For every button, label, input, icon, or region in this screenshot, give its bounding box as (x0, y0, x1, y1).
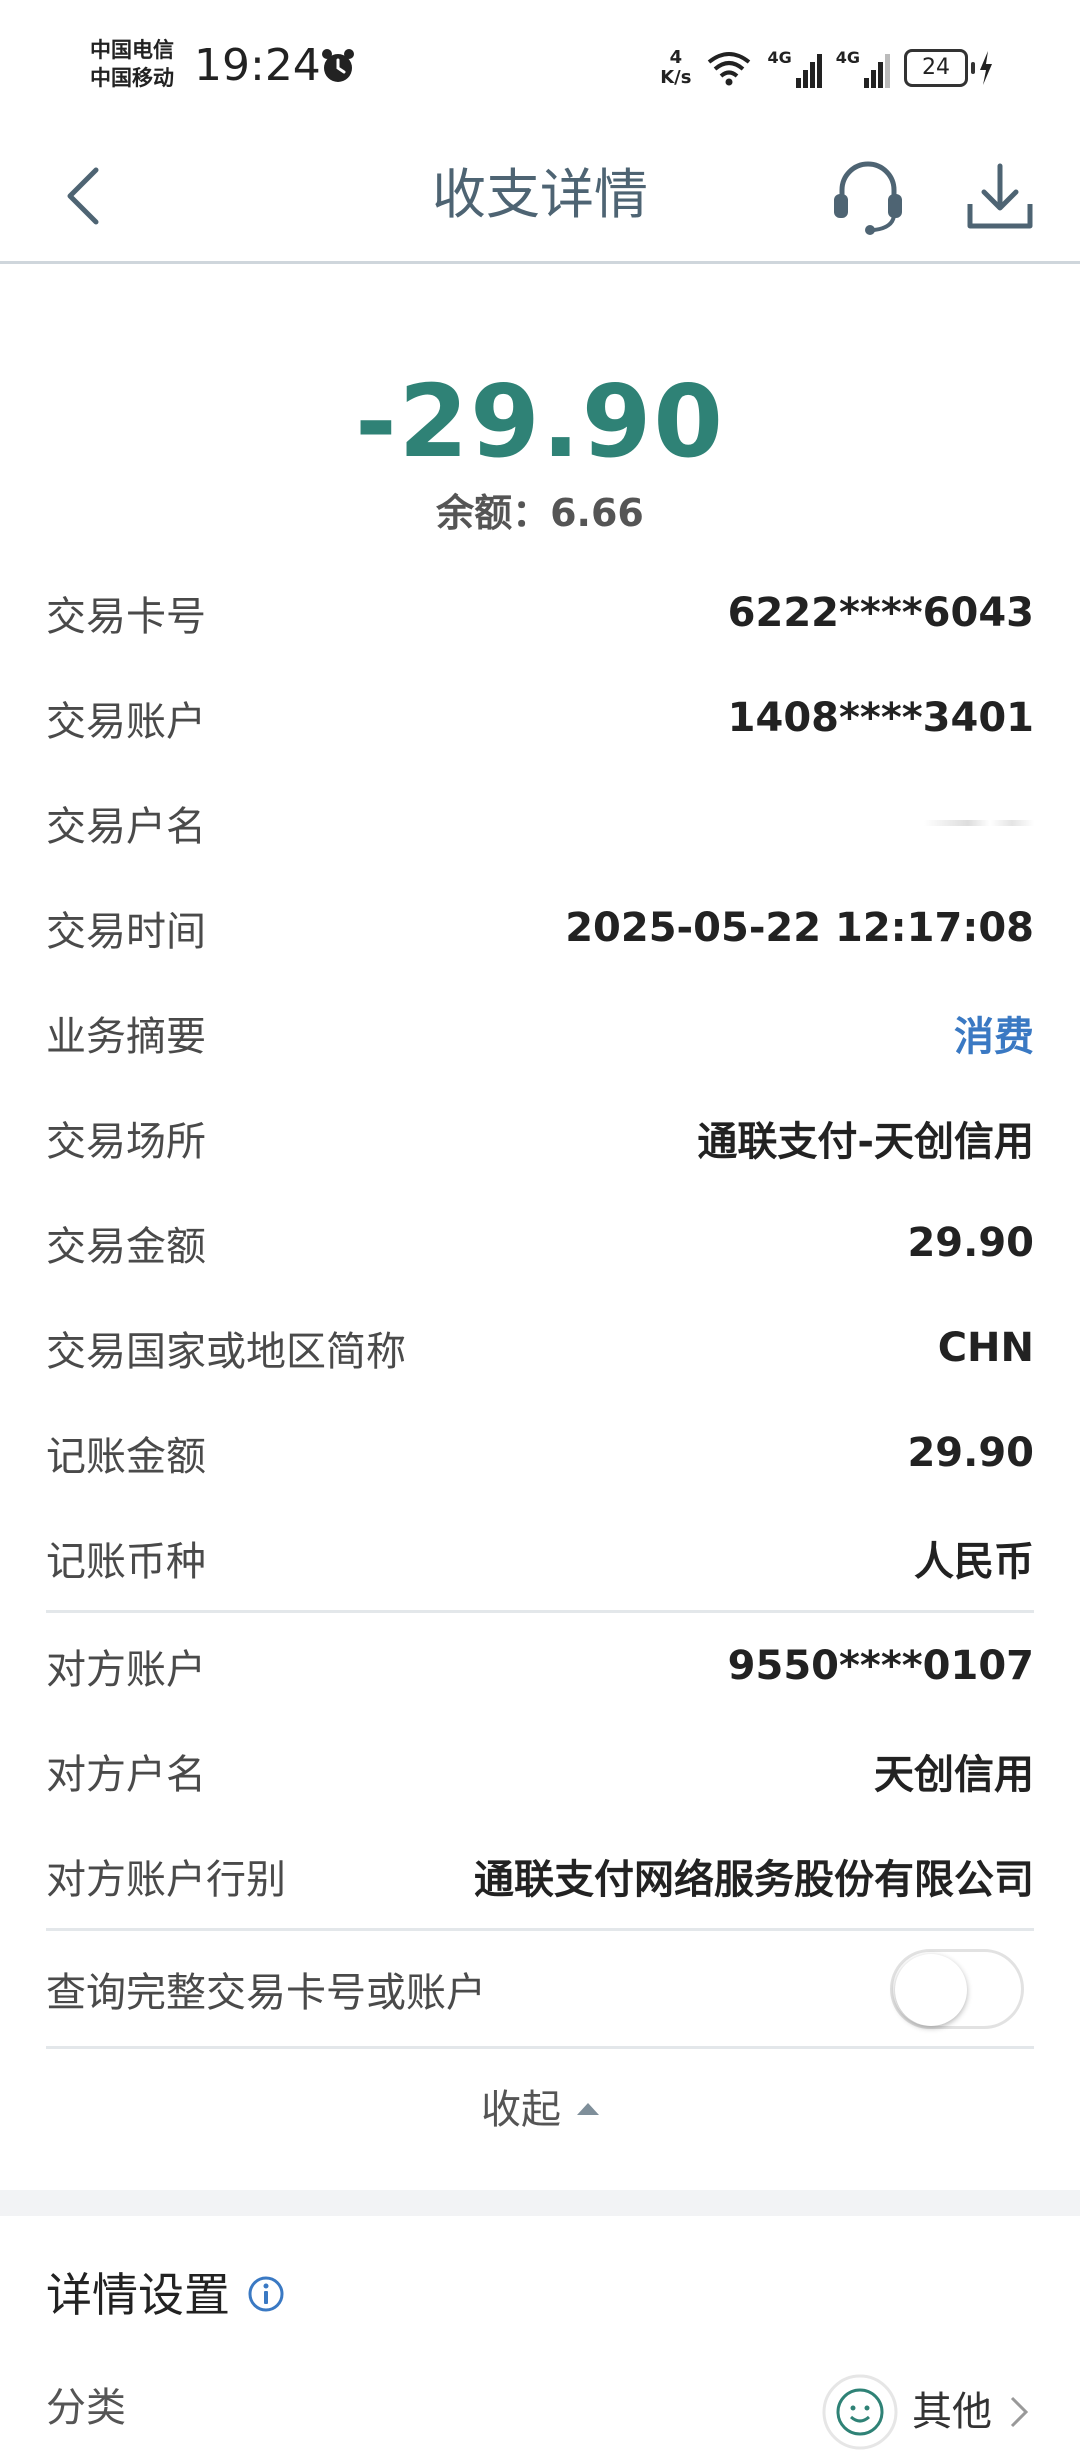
carrier-1: 中国电信 (90, 38, 174, 62)
balance-text: 余额：6.66 (436, 491, 644, 535)
row-value: 6222****6043 (727, 589, 1034, 636)
row-label: 交易金额 (46, 1223, 206, 1270)
row-value: 1408****3401 (727, 694, 1034, 741)
row-country: 交易国家或地区简称 CHN (46, 1295, 1034, 1400)
info-icon[interactable] (246, 2274, 286, 2314)
page-title: 收支详情 (432, 163, 648, 226)
row-account-name: 交易户名 (46, 770, 1034, 875)
row-counterparty-bank: 对方账户行别 通联支付网络服务股份有限公司 (46, 1823, 1034, 1928)
row-posted-amount: 记账金额 29.90 (46, 1400, 1034, 1505)
row-label: 交易卡号 (46, 593, 206, 640)
summary-link[interactable]: 消费 (954, 1004, 1034, 1062)
signal-2-icon: 4G (836, 48, 890, 88)
chevron-right-icon (1010, 2396, 1029, 2428)
status-time: 19:24 (194, 40, 321, 91)
alarm-icon (322, 49, 354, 82)
net-speed-unit: K/s (660, 67, 692, 88)
category-selector[interactable]: 其他 (820, 2372, 1034, 2452)
collapse-label: 收起 (481, 2087, 561, 2133)
row-time: 交易时间 2025-05-22 12:17:08 (46, 875, 1034, 980)
smile-icon (822, 2374, 898, 2450)
row-label: 记账币种 (46, 1538, 206, 1585)
row-counterparty-account: 对方账户 9550****0107 (46, 1613, 1034, 1718)
row-summary: 业务摘要 消费 (46, 980, 1034, 1085)
row-value: 通联支付网络服务股份有限公司 (474, 1856, 1034, 1903)
app-header: 收支详情 (0, 130, 1080, 264)
row-label: 交易账户 (46, 698, 206, 745)
signal-1-tag: 4G (767, 48, 792, 67)
signal-2-tag: 4G (835, 48, 860, 67)
row-label: 交易户名 (46, 803, 206, 850)
net-speed: 4 K/s (660, 48, 691, 88)
row-place: 交易场所 通联支付-天创信用 (46, 1085, 1034, 1190)
row-label: 交易时间 (46, 908, 206, 955)
row-value: 2025-05-22 12:17:08 (565, 904, 1034, 951)
row-value: 天创信用 (874, 1751, 1034, 1798)
row-label: 记账金额 (46, 1433, 206, 1480)
row-currency: 记账币种 人民币 (46, 1505, 1034, 1610)
toggle-knob (895, 1953, 967, 2026)
carrier-info: 中国电信 中国移动 (90, 36, 174, 92)
carrier-2: 中国移动 (90, 66, 174, 90)
row-value: 9550****0107 (727, 1642, 1034, 1689)
headset-icon[interactable] (826, 154, 910, 238)
masked-value (924, 819, 1034, 826)
full-query-toggle[interactable] (890, 1948, 1024, 2029)
details-list: 交易卡号 6222****6043 交易账户 1408****3401 交易户名… (46, 560, 1034, 2049)
row-counterparty-name: 对方户名 天创信用 (46, 1718, 1034, 1823)
signal-1-icon: 4G (767, 48, 822, 88)
row-value: 29.90 (907, 1429, 1034, 1476)
settings-title: 详情设置 (46, 2268, 230, 2322)
row-label: 交易国家或地区简称 (46, 1328, 406, 1375)
transaction-amount: -29.90 (355, 363, 725, 480)
row-amount: 交易金额 29.90 (46, 1190, 1034, 1295)
row-value: 通联支付-天创信用 (697, 1118, 1034, 1165)
row-label: 交易场所 (46, 1118, 206, 1165)
charging-icon (980, 51, 992, 85)
battery-level: 24 (904, 49, 968, 87)
row-value: 人民币 (914, 1538, 1034, 1585)
collapse-button[interactable]: 收起 (0, 2070, 1080, 2150)
category-label: 分类 (46, 2385, 126, 2431)
row-full-query: 查询完整交易卡号或账户 (46, 1931, 1034, 2046)
row-account: 交易账户 1408****3401 (46, 665, 1034, 770)
row-label: 对方户名 (46, 1751, 206, 1798)
download-icon[interactable] (958, 154, 1042, 238)
row-label: 业务摘要 (46, 1013, 206, 1060)
divider (46, 2046, 1034, 2049)
row-label: 对方账户 (46, 1646, 206, 1693)
row-value: 29.90 (907, 1219, 1034, 1266)
caret-up-icon (577, 2103, 599, 2115)
category-value: 其他 (912, 2389, 992, 2435)
battery-icon: 24 (904, 49, 994, 87)
wifi-icon (708, 52, 751, 86)
section-separator (0, 2190, 1080, 2216)
row-label: 查询完整交易卡号或账户 (46, 1969, 486, 2016)
row-value: CHN (937, 1324, 1034, 1371)
net-speed-value: 4 (669, 47, 683, 68)
row-label: 对方账户行别 (46, 1856, 286, 1903)
row-card-no: 交易卡号 6222****6043 (46, 560, 1034, 665)
status-bar: 中国电信 中国移动 19:24 4 K/s 4G 4G 24 (0, 0, 1080, 130)
status-right: 4 K/s 4G 4G 24 (660, 40, 994, 96)
